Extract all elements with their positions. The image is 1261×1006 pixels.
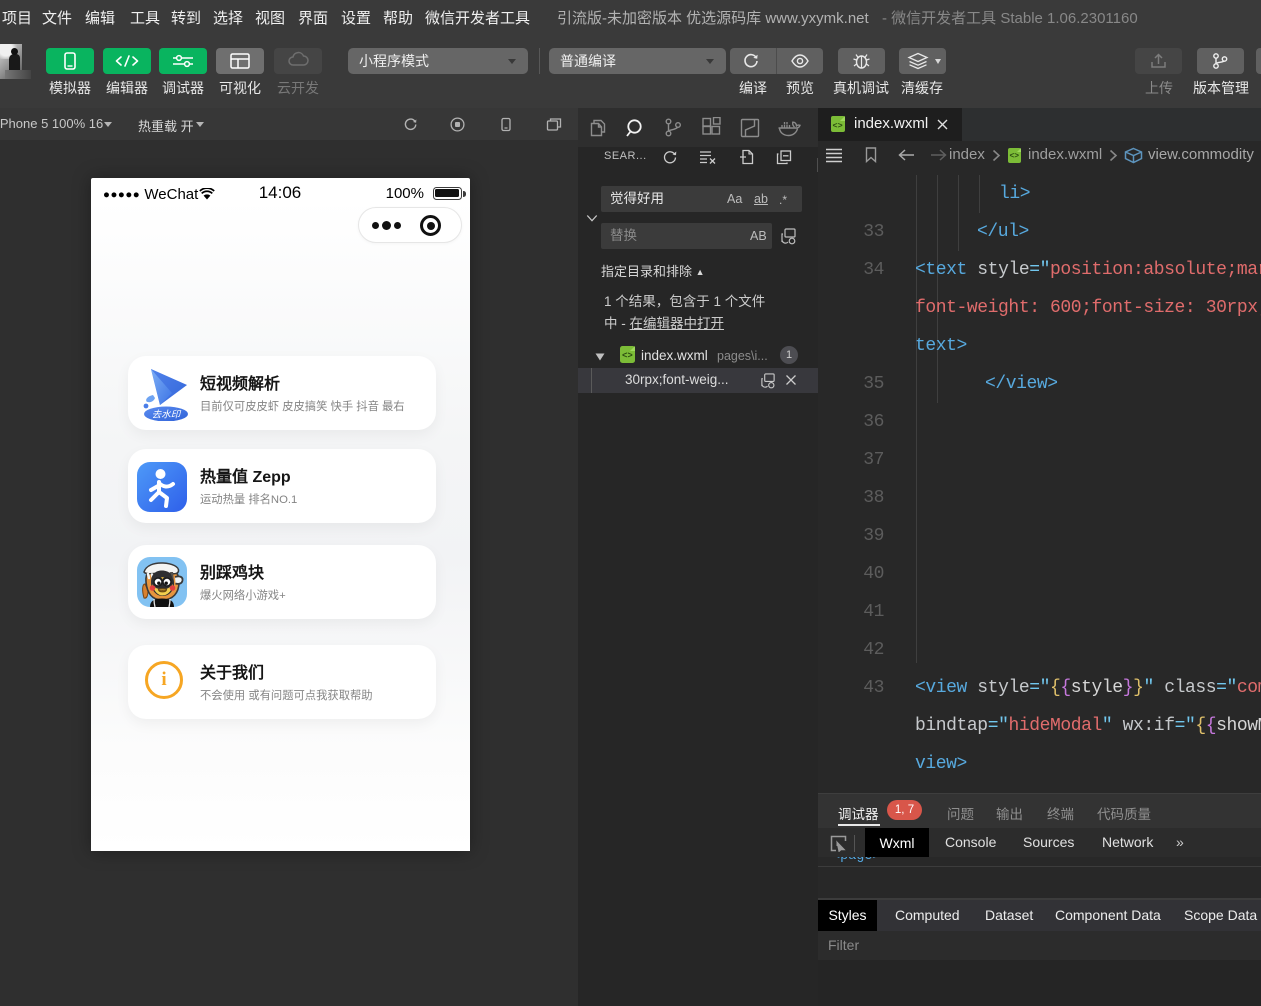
- svg-text:去水印: 去水印: [152, 410, 182, 421]
